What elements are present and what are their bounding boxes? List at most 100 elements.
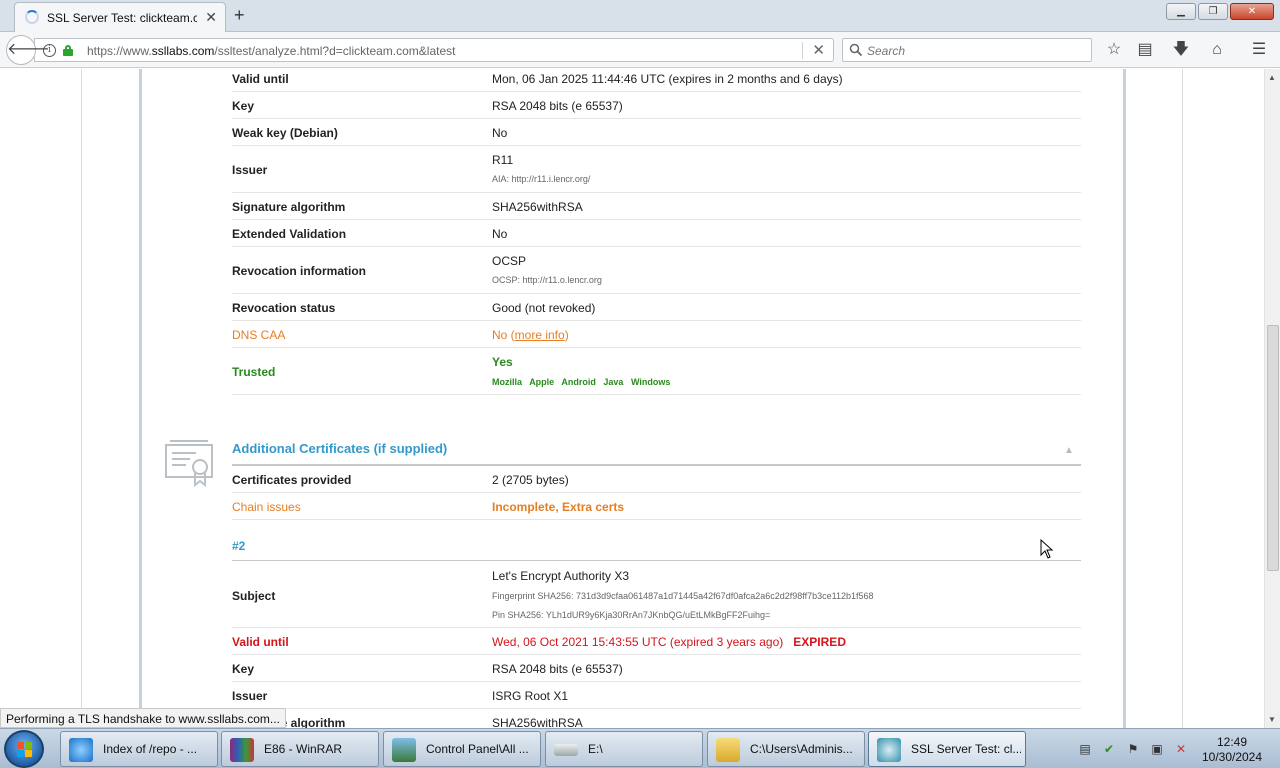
- tab-title: SSL Server Test: clickteam.co: [47, 11, 197, 25]
- revocation-status-label: Revocation status: [232, 301, 336, 315]
- browser-tab-active[interactable]: SSL Server Test: clickteam.co ✕: [14, 2, 226, 32]
- row-signature-algorithm: Signature algorithm SHA256withRSA: [232, 193, 1081, 220]
- taskbar-item-ie[interactable]: Index of /repo - ...: [60, 731, 218, 767]
- extended-validation-label: Extended Validation: [232, 227, 347, 241]
- signature-algorithm-2-value: SHA256withRSA: [492, 716, 583, 728]
- page-viewport: Valid until Mon, 06 Jan 2025 11:44:46 UT…: [0, 69, 1264, 728]
- minimize-button[interactable]: ▁: [1166, 3, 1196, 20]
- navigation-bar: i https://www.ssllabs.com/ssltest/analyz…: [0, 32, 1280, 68]
- chain-issues-value: Incomplete, Extra certs: [492, 500, 625, 514]
- row-trusted: Trusted Yes Mozilla Apple Android Java W…: [232, 348, 1081, 395]
- drive-icon: [554, 744, 578, 756]
- taskbar-item-label: SSL Server Test: cl...: [911, 742, 1021, 756]
- stop-icon[interactable]: ✕: [812, 41, 825, 59]
- row-issuer: Issuer R11 AIA: http://r11.i.lencr.org/: [232, 146, 1081, 193]
- row-weak-key: Weak key (Debian) No: [232, 119, 1081, 146]
- more-info-link[interactable]: more info: [515, 328, 565, 342]
- loading-spinner-icon: [25, 10, 39, 24]
- row-valid-until: Valid until Mon, 06 Jan 2025 11:44:46 UT…: [232, 69, 1081, 92]
- key-2-value: RSA 2048 bits (e 65537): [492, 662, 623, 676]
- network-icon[interactable]: ▣: [1150, 742, 1164, 756]
- dns-caa-value: No (more info): [492, 328, 569, 342]
- trust-store-apple: Apple: [529, 377, 555, 387]
- mouse-cursor-icon: [1040, 539, 1054, 559]
- trust-stores: Mozilla Apple Android Java Windows: [492, 377, 670, 387]
- row-valid-until-2: Valid until Wed, 06 Oct 2021 15:43:55 UT…: [232, 628, 1081, 655]
- row-revocation-status: Revocation status Good (not revoked): [232, 294, 1081, 321]
- new-tab-button[interactable]: +: [234, 5, 245, 26]
- revocation-status-value: Good (not revoked): [492, 301, 596, 315]
- windows-logo-icon: [17, 742, 33, 757]
- dns-caa-label: DNS CAA: [232, 328, 286, 342]
- url-separator: [802, 42, 803, 59]
- taskbar-item-browser[interactable]: SSL Server Test: cl...: [868, 731, 1026, 767]
- trust-store-android: Android: [561, 377, 596, 387]
- cert-2-heading: #2: [232, 539, 246, 553]
- status-bar: Performing a TLS handshake to www.ssllab…: [0, 708, 286, 728]
- key-value: RSA 2048 bits (e 65537): [492, 99, 623, 113]
- valid-until-2-label: Valid until: [232, 635, 289, 649]
- valid-until-2-date: Wed, 06 Oct 2021 15:43:55 UTC (expired 3…: [492, 635, 784, 649]
- url-domain: ssllabs.com: [151, 44, 215, 58]
- window-controls: ▁ ❐ ✕: [1164, 3, 1274, 20]
- row-chain-issues: Chain issues Incomplete, Extra certs: [232, 493, 1081, 520]
- dns-caa-prefix: No (: [492, 328, 515, 342]
- clock[interactable]: 12:49 10/30/2024: [1200, 735, 1264, 765]
- valid-until-value: Mon, 06 Jan 2025 11:44:46 UTC (expires i…: [492, 72, 843, 86]
- url-text[interactable]: https://www.ssllabs.com/ssltest/analyze.…: [87, 44, 455, 58]
- issuer-value: R11: [492, 153, 514, 167]
- taskbar-item-control-panel[interactable]: Control Panel\All ...: [383, 731, 541, 767]
- taskbar-item-label: E:\: [588, 742, 603, 756]
- scroll-down-icon[interactable]: ▼: [1268, 715, 1276, 724]
- action-center-flag-icon[interactable]: ⚑: [1126, 742, 1140, 756]
- download-icon[interactable]: 🡇: [1171, 40, 1191, 60]
- search-placeholder: Search: [867, 44, 906, 58]
- reading-list-icon[interactable]: ▤: [1135, 40, 1155, 60]
- close-window-button[interactable]: ✕: [1230, 3, 1274, 20]
- expand-icon[interactable]: ▲: [1064, 445, 1074, 456]
- start-button[interactable]: [4, 730, 44, 768]
- vertical-scrollbar[interactable]: ▲ ▼: [1264, 69, 1280, 728]
- winrar-icon: [230, 738, 254, 762]
- revocation-information-value: OCSP: [492, 254, 527, 268]
- taskbar-item-label: E86 - WinRAR: [264, 742, 343, 756]
- scroll-up-icon[interactable]: ▲: [1268, 73, 1276, 82]
- security-icon[interactable]: ✔: [1102, 742, 1116, 756]
- taskbar-item-drive-e[interactable]: E:\: [545, 731, 703, 767]
- browser-icon: [877, 738, 901, 762]
- revocation-information-label: Revocation information: [232, 264, 367, 278]
- bookmark-star-icon[interactable]: ☆: [1104, 40, 1124, 60]
- row-subject: Subject Let's Encrypt Authority X3 Finge…: [232, 561, 1081, 628]
- maximize-button[interactable]: ❐: [1198, 3, 1228, 20]
- url-prefix: https://www.: [87, 44, 152, 58]
- certificates-provided-label: Certificates provided: [232, 473, 352, 487]
- expired-badge: EXPIRED: [793, 635, 846, 649]
- back-button[interactable]: 🡐: [6, 35, 50, 65]
- menu-icon[interactable]: ☰: [1249, 40, 1269, 60]
- clipboard-icon[interactable]: ▤: [1078, 742, 1092, 756]
- taskbar-item-winrar[interactable]: E86 - WinRAR: [221, 731, 379, 767]
- lock-icon[interactable]: [63, 45, 73, 56]
- control-panel-icon: [392, 738, 416, 762]
- url-bar[interactable]: i https://www.ssllabs.com/ssltest/analyz…: [34, 38, 834, 62]
- valid-until-label: Valid until: [232, 72, 289, 86]
- volume-muted-icon[interactable]: ✕: [1174, 742, 1188, 756]
- scrollbar-thumb[interactable]: [1267, 325, 1279, 571]
- trust-store-mozilla: Mozilla: [492, 377, 523, 387]
- close-tab-icon[interactable]: ✕: [205, 9, 217, 26]
- subject-fingerprint: Fingerprint SHA256: 731d3d9cfaa061487a1d…: [492, 591, 874, 601]
- chain-issues-label: Chain issues: [232, 500, 301, 514]
- issuer-aia: AIA: http://r11.i.lencr.org/: [492, 174, 591, 184]
- row-dns-caa: DNS CAA No (more info): [232, 321, 1081, 348]
- taskbar-item-explorer[interactable]: C:\Users\Adminis...: [707, 731, 865, 767]
- taskbar: Index of /repo - ... E86 - WinRAR Contro…: [0, 728, 1280, 768]
- trust-store-java: Java: [603, 377, 624, 387]
- issuer-2-label: Issuer: [232, 689, 268, 703]
- folder-icon: [716, 738, 740, 762]
- search-input[interactable]: Search: [842, 38, 1092, 62]
- internet-explorer-icon: [69, 738, 93, 762]
- certificate-icon: [165, 440, 213, 488]
- home-icon[interactable]: ⌂: [1207, 40, 1227, 60]
- key-2-label: Key: [232, 662, 255, 676]
- row-signature-algorithm-2: Signature algorithm SHA256withRSA: [232, 709, 1081, 728]
